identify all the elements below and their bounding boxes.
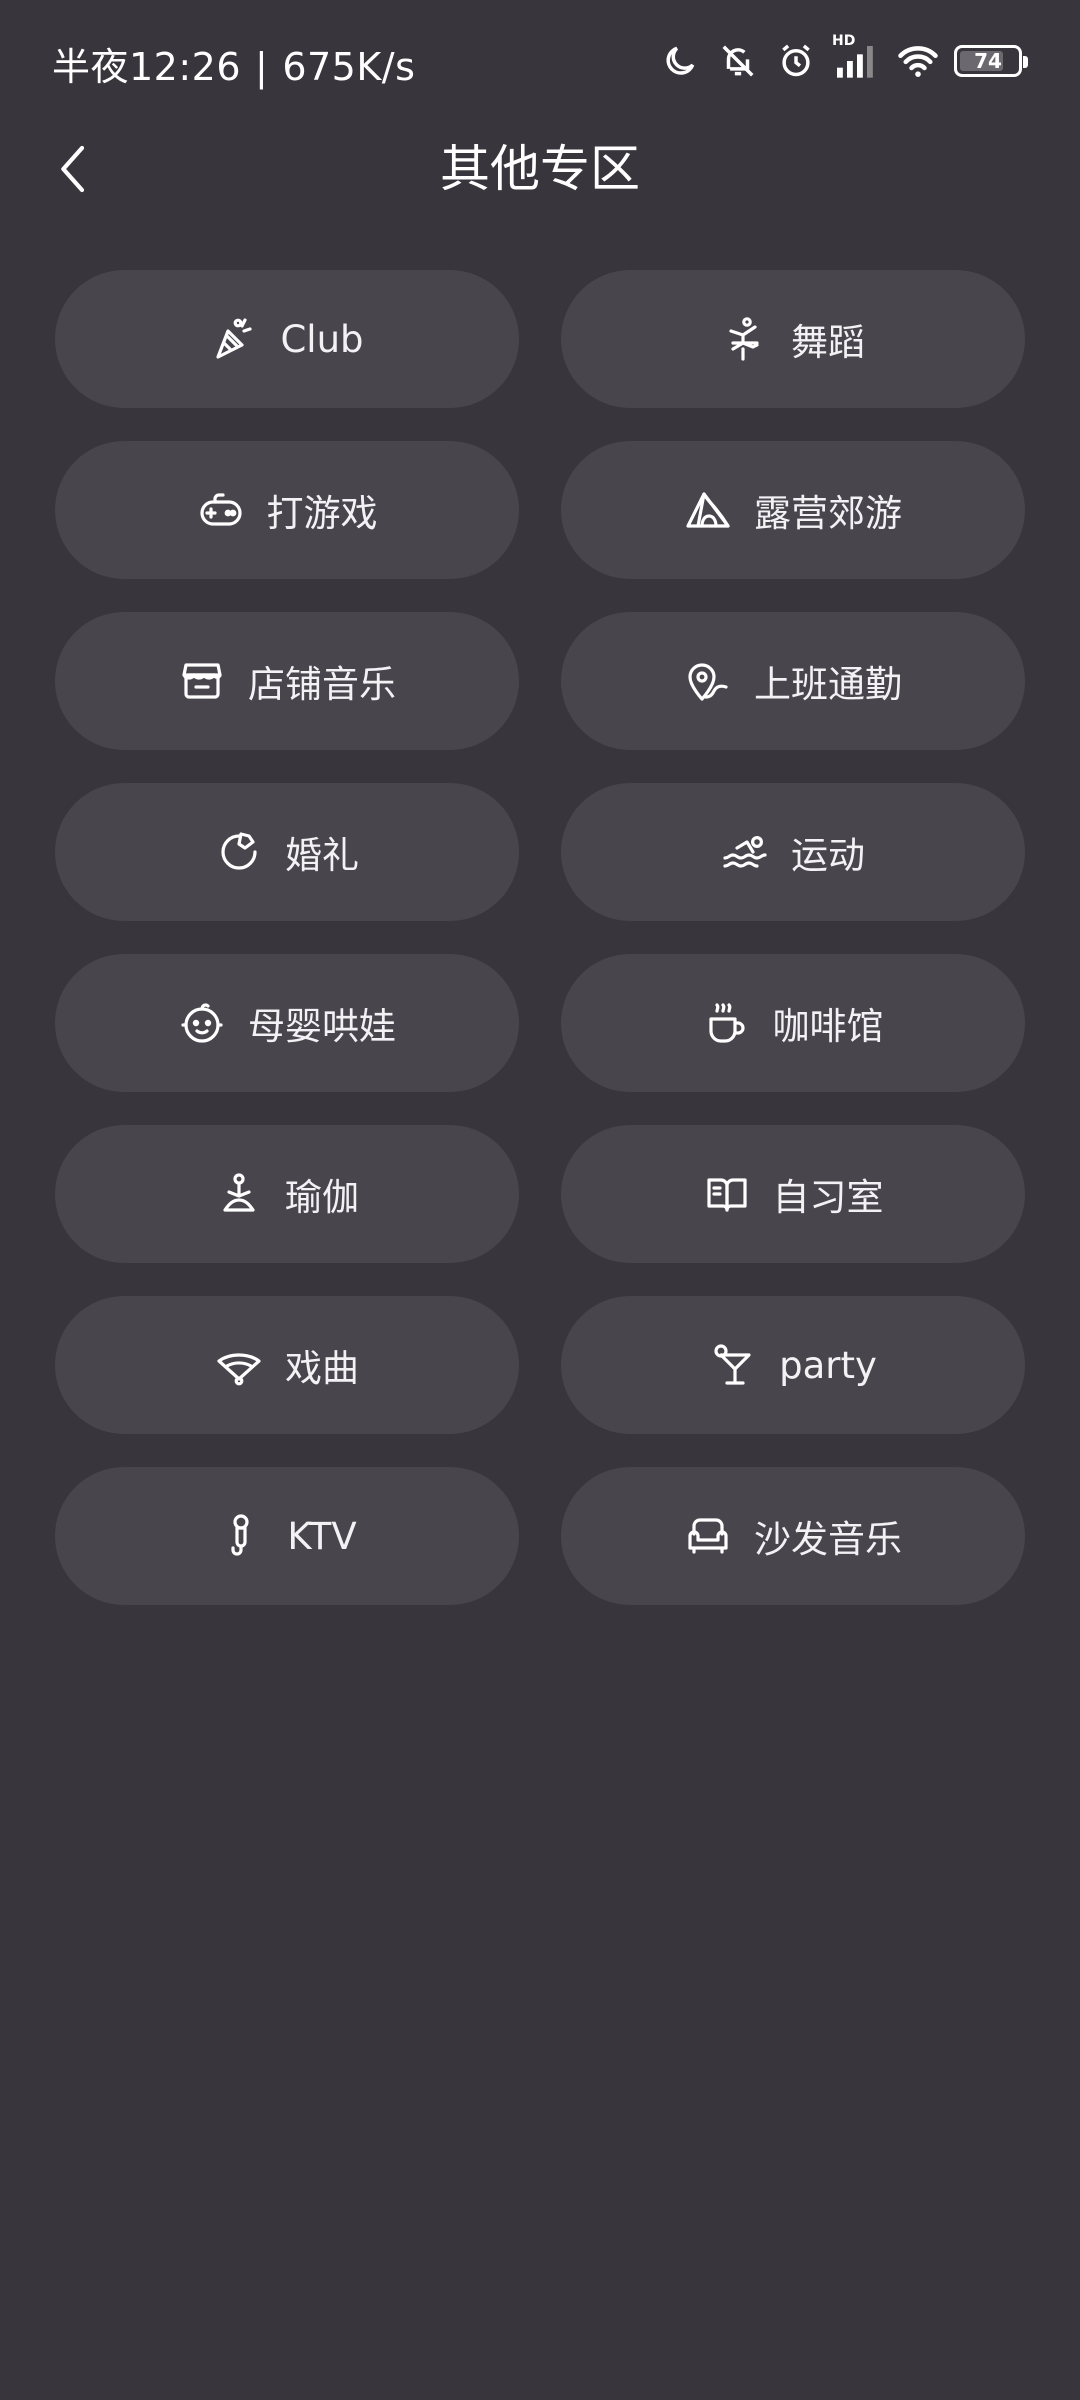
wifi-icon bbox=[896, 39, 940, 83]
category-label: 上班通勤 bbox=[754, 663, 902, 706]
category-label: 婚礼 bbox=[285, 834, 359, 877]
category-yoga[interactable]: 瑜伽 bbox=[55, 1125, 519, 1263]
battery-icon: 74 bbox=[954, 45, 1028, 77]
header: 其他专区 bbox=[0, 124, 1080, 212]
category-study-room[interactable]: 自习室 bbox=[561, 1125, 1025, 1263]
category-club[interactable]: Club bbox=[55, 270, 519, 408]
gamepad-icon bbox=[197, 486, 245, 534]
tent-icon bbox=[684, 486, 732, 534]
fan-icon bbox=[215, 1341, 263, 1389]
category-cafe[interactable]: 咖啡馆 bbox=[561, 954, 1025, 1092]
status-left: 半夜12:26 | 675K/s bbox=[52, 36, 415, 91]
dancer-icon bbox=[721, 315, 769, 363]
category-label: 舞蹈 bbox=[791, 321, 865, 364]
category-label: 母婴哄娃 bbox=[248, 1005, 396, 1048]
moon-icon bbox=[658, 39, 702, 83]
party-popper-icon bbox=[210, 315, 258, 363]
category-baby[interactable]: 母婴哄娃 bbox=[55, 954, 519, 1092]
swimming-icon bbox=[721, 828, 769, 876]
category-store-music[interactable]: 店铺音乐 bbox=[55, 612, 519, 750]
battery-level: 74 bbox=[974, 49, 1002, 73]
coffee-cup-icon bbox=[703, 999, 751, 1047]
signal-badge: HD bbox=[832, 33, 856, 49]
cocktail-icon bbox=[709, 1341, 757, 1389]
category-grid: Club 舞蹈 打游戏 露营郊游 店铺音乐 上班通勤 婚礼 运动 母婴哄娃 咖啡… bbox=[55, 270, 1025, 1605]
bell-off-icon bbox=[716, 39, 760, 83]
category-label: 沙发音乐 bbox=[754, 1518, 902, 1561]
signal-icon: HD bbox=[832, 33, 882, 83]
category-label: 瑜伽 bbox=[285, 1176, 359, 1219]
category-party[interactable]: party bbox=[561, 1296, 1025, 1434]
category-label: 露营郊游 bbox=[754, 492, 902, 535]
status-bar: 半夜12:26 | 675K/s HD 74 bbox=[0, 0, 1080, 124]
category-label: 店铺音乐 bbox=[248, 663, 396, 706]
page-title: 其他专区 bbox=[440, 140, 640, 198]
category-ktv[interactable]: KTV bbox=[55, 1467, 519, 1605]
store-icon bbox=[178, 657, 226, 705]
microphone-icon bbox=[217, 1512, 265, 1560]
alarm-icon bbox=[774, 39, 818, 83]
category-camping[interactable]: 露营郊游 bbox=[561, 441, 1025, 579]
category-label: 戏曲 bbox=[285, 1347, 359, 1390]
category-label: Club bbox=[280, 317, 364, 361]
yoga-icon bbox=[215, 1170, 263, 1218]
location-route-icon bbox=[684, 657, 732, 705]
category-gaming[interactable]: 打游戏 bbox=[55, 441, 519, 579]
category-wedding[interactable]: 婚礼 bbox=[55, 783, 519, 921]
category-sports[interactable]: 运动 bbox=[561, 783, 1025, 921]
category-sofa-music[interactable]: 沙发音乐 bbox=[561, 1467, 1025, 1605]
ring-icon bbox=[215, 828, 263, 876]
category-dance[interactable]: 舞蹈 bbox=[561, 270, 1025, 408]
status-icons: HD 74 bbox=[658, 33, 1028, 86]
open-book-icon bbox=[703, 1170, 751, 1218]
category-label: 运动 bbox=[791, 834, 865, 877]
category-label: party bbox=[779, 1343, 877, 1387]
status-separator: | bbox=[255, 45, 269, 89]
category-label: 自习室 bbox=[772, 1176, 884, 1219]
category-label: 打游戏 bbox=[266, 492, 378, 535]
baby-face-icon bbox=[178, 999, 226, 1047]
status-time: 半夜12:26 bbox=[52, 45, 242, 89]
category-commute[interactable]: 上班通勤 bbox=[561, 612, 1025, 750]
category-label: 咖啡馆 bbox=[772, 1005, 884, 1048]
sofa-icon bbox=[684, 1512, 732, 1560]
category-opera[interactable]: 戏曲 bbox=[55, 1296, 519, 1434]
network-speed: 675K/s bbox=[282, 45, 416, 89]
category-label: KTV bbox=[287, 1514, 357, 1558]
